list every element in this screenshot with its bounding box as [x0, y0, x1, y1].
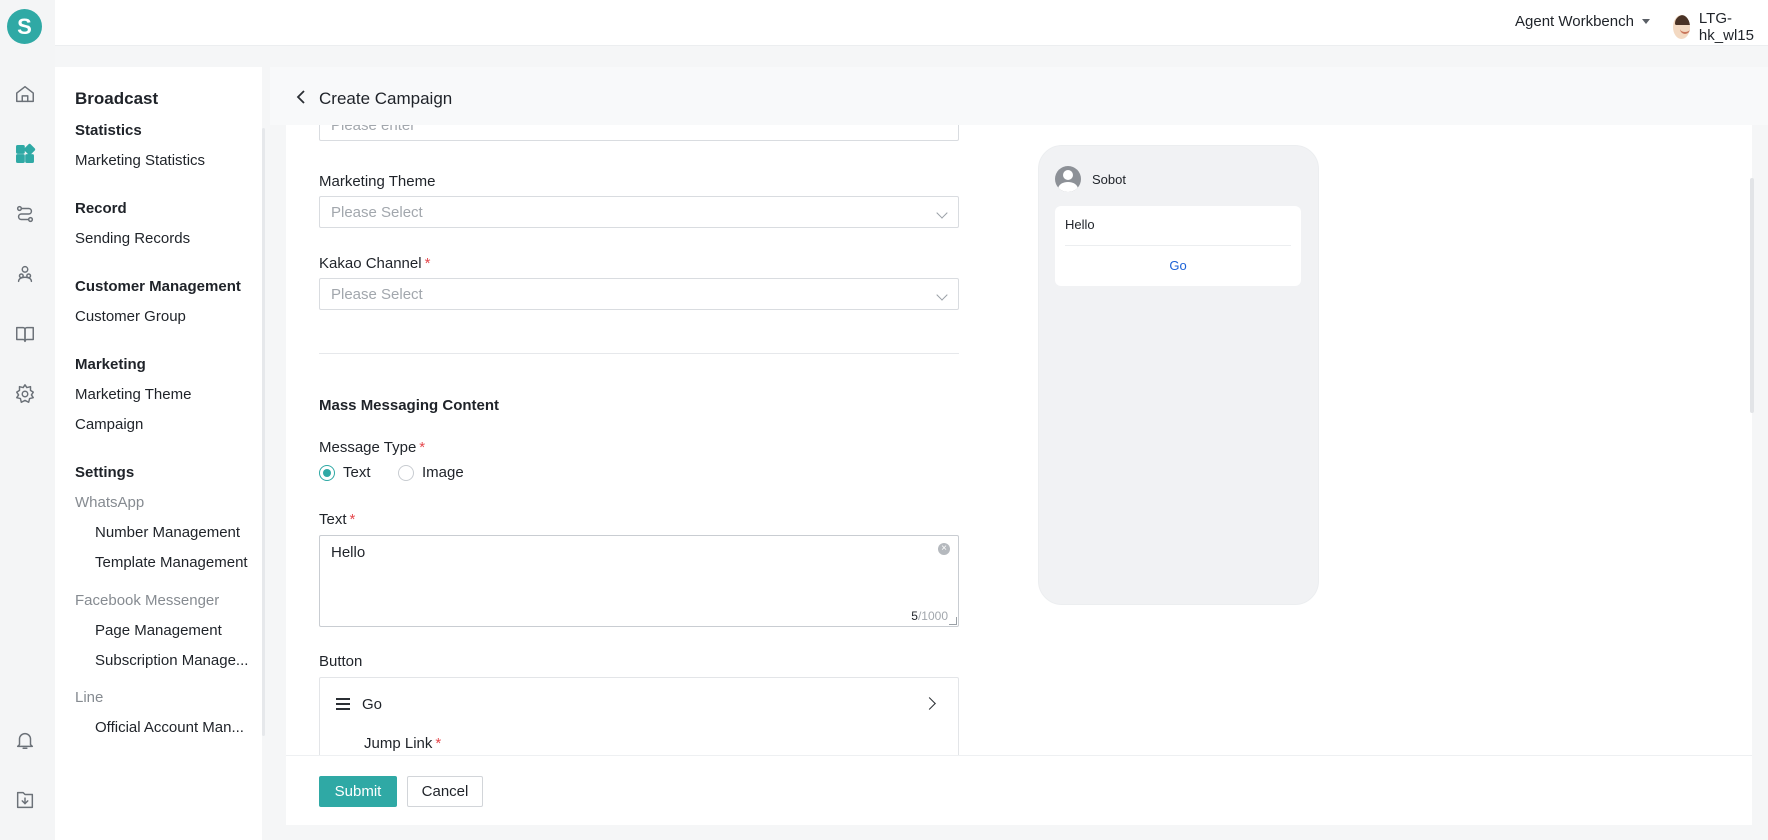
sidebar-item-official-account-management[interactable]: Official Account Man... — [95, 719, 255, 736]
button-config-panel: Go Jump Link * — [319, 677, 959, 755]
text-label-text: Text — [319, 511, 347, 528]
required-mark: * — [419, 439, 426, 456]
radio-image[interactable]: Image — [398, 464, 464, 481]
button-label: Button — [319, 653, 363, 670]
nav-group-marketing: Marketing — [75, 356, 146, 373]
message-type-label-text: Message Type — [319, 439, 417, 456]
workbench-switcher[interactable]: Agent Workbench — [1515, 13, 1650, 30]
char-max: /1000 — [917, 609, 948, 623]
avatar — [1673, 15, 1690, 39]
jump-link-label: Jump Link * — [364, 735, 441, 752]
message-type-label: Message Type * — [319, 439, 425, 456]
nav-group-settings: Settings — [75, 464, 135, 481]
textarea-value: Hello — [331, 544, 366, 561]
kakao-channel-label: Kakao Channel * — [319, 255, 430, 272]
sidebar-scrollbar[interactable] — [262, 128, 265, 736]
bell-icon[interactable] — [13, 728, 37, 752]
user-menu[interactable]: LTG-hk_wl15 — [1673, 10, 1768, 44]
kakao-channel-select[interactable]: Please Select — [319, 278, 959, 310]
routing-icon[interactable] — [13, 202, 37, 226]
text-label: Text * — [319, 511, 355, 528]
book-icon[interactable] — [13, 322, 37, 346]
sidebar-item-subscription-management[interactable]: Subscription Manage... — [95, 652, 255, 669]
drag-handle-icon[interactable] — [336, 698, 350, 710]
preview-button[interactable]: Go — [1055, 258, 1301, 273]
bot-name: Sobot — [1092, 172, 1126, 187]
page-header: Create Campaign — [270, 67, 1768, 125]
chevron-right-icon[interactable] — [923, 697, 936, 710]
sidebar-item-campaign[interactable]: Campaign — [75, 416, 143, 433]
radio-checked-icon — [319, 464, 335, 481]
bot-avatar-icon — [1055, 166, 1081, 192]
page-title: Create Campaign — [319, 89, 453, 108]
sidebar-subgroup-whatsapp[interactable]: WhatsApp — [75, 494, 144, 511]
top-text-input[interactable]: Please enter — [319, 125, 959, 141]
cancel-button[interactable]: Cancel — [407, 776, 483, 807]
marketing-theme-select[interactable]: Please Select — [319, 196, 959, 228]
section-title: Mass Messaging Content — [319, 397, 500, 414]
section-divider — [319, 353, 959, 354]
jump-link-label-text: Jump Link — [364, 735, 433, 752]
sidebar-item-customer-group[interactable]: Customer Group — [75, 308, 186, 325]
message-preview: Sobot Hello Go — [1038, 145, 1319, 605]
preview-bubble: Hello Go — [1055, 206, 1301, 286]
preview-message: Hello — [1065, 217, 1095, 232]
settings-icon[interactable] — [13, 382, 37, 406]
caret-down-icon — [1641, 19, 1650, 24]
required-mark: * — [435, 735, 442, 752]
select-placeholder: Please Select — [331, 286, 423, 303]
bubble-divider — [1065, 245, 1291, 246]
sidebar-title: Broadcast — [75, 89, 159, 108]
dashboard-icon[interactable] — [13, 142, 37, 166]
top-input-placeholder: Please enter — [331, 125, 416, 134]
clear-icon[interactable]: × — [938, 543, 950, 555]
sidebar-item-marketing-statistics[interactable]: Marketing Statistics — [75, 152, 205, 169]
char-counter: 5/1000 — [911, 609, 948, 623]
nav-group-customer-management: Customer Management — [75, 278, 241, 295]
button-name[interactable]: Go — [362, 696, 382, 713]
download-icon[interactable] — [13, 788, 37, 812]
required-mark: * — [424, 255, 431, 272]
workbench-label: Agent Workbench — [1515, 13, 1634, 30]
radio-label: Text — [343, 464, 371, 481]
nav-group-record: Record — [75, 200, 127, 217]
home-icon[interactable] — [13, 82, 37, 106]
people-icon[interactable] — [13, 262, 37, 286]
back-arrow-icon[interactable] — [294, 89, 308, 105]
sidebar-item-number-management[interactable]: Number Management — [95, 524, 255, 541]
broadcast-sidebar: Broadcast Statistics Marketing Statistic… — [55, 67, 262, 840]
marketing-theme-label: Marketing Theme — [319, 173, 436, 190]
user-name: LTG-hk_wl15 — [1698, 10, 1754, 44]
sidebar-item-template-management[interactable]: Template Management — [95, 554, 255, 571]
sidebar-subgroup-line[interactable]: Line — [75, 689, 103, 706]
nav-group-statistics: Statistics — [75, 122, 142, 139]
sidebar-item-marketing-theme[interactable]: Marketing Theme — [75, 386, 191, 403]
form-panel: Please enter Marketing Theme Please Sele… — [286, 125, 1752, 755]
top-header: Agent Workbench LTG-hk_wl15 — [55, 0, 1768, 46]
radio-label: Image — [422, 464, 464, 481]
chevron-down-icon — [936, 207, 948, 219]
icon-rail: S — [0, 0, 55, 840]
required-mark: * — [349, 511, 356, 528]
sidebar-subgroup-facebook-messenger[interactable]: Facebook Messenger — [75, 592, 219, 609]
chevron-down-icon — [936, 289, 948, 301]
submit-button[interactable]: Submit — [319, 776, 397, 807]
char-count: 5 — [911, 609, 918, 623]
sidebar-item-page-management[interactable]: Page Management — [95, 622, 255, 639]
select-placeholder: Please Select — [331, 204, 423, 221]
content-scrollbar[interactable] — [1750, 178, 1754, 413]
text-textarea[interactable]: Hello × 5/1000 — [319, 535, 959, 627]
app-logo[interactable]: S — [7, 9, 42, 44]
kakao-channel-label-text: Kakao Channel — [319, 255, 422, 272]
radio-unchecked-icon — [398, 464, 414, 481]
sidebar-item-sending-records[interactable]: Sending Records — [75, 230, 190, 247]
resize-handle-icon[interactable] — [949, 617, 957, 625]
radio-text[interactable]: Text — [319, 464, 371, 481]
form-footer: Submit Cancel — [286, 755, 1752, 825]
